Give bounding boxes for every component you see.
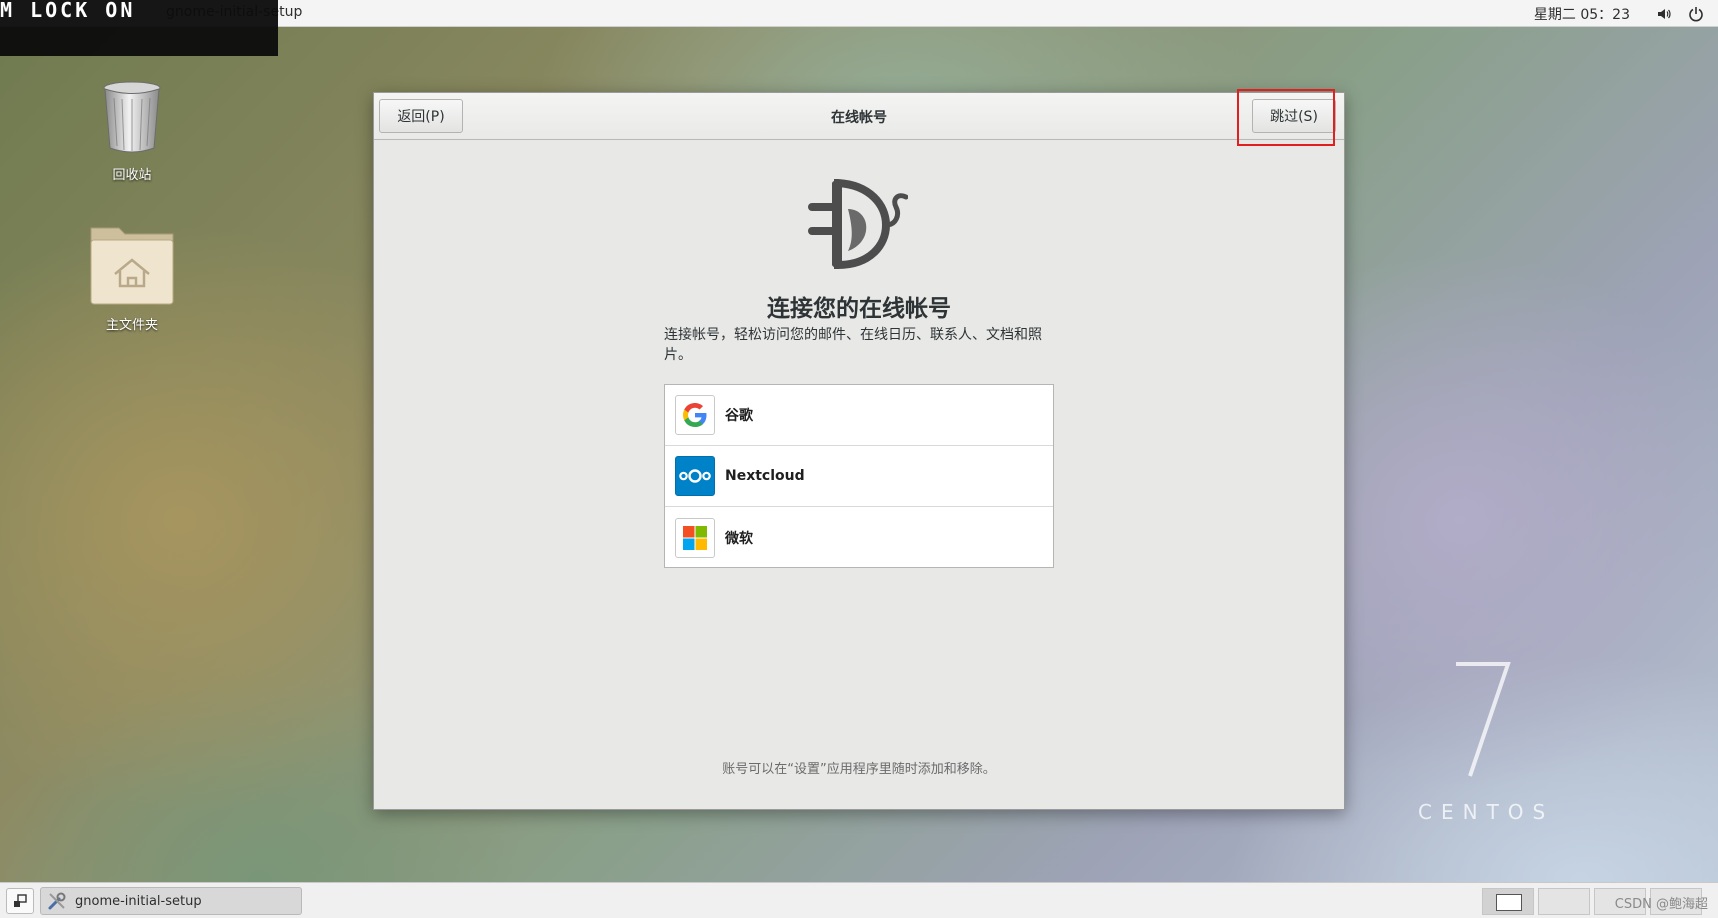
provider-google[interactable]: 谷歌 [665, 385, 1053, 446]
clock[interactable]: 星期二 05：23 [1534, 4, 1630, 24]
desktop-icon-label: 主文件夹 [105, 318, 158, 333]
show-desktop-icon [14, 894, 27, 907]
provider-label: Nextcloud [725, 468, 805, 484]
online-accounts-icon [808, 179, 908, 270]
centos-wordmark: CENTOS [1418, 800, 1555, 824]
desktop-icon-label: 回收站 [112, 168, 152, 183]
header-bar: 在线帐号 返回(P) 跳过(S) [374, 93, 1344, 140]
volume-icon[interactable] [1654, 4, 1674, 24]
back-button[interactable]: 返回(P) [379, 99, 463, 133]
provider-microsoft[interactable]: 微软 [665, 507, 1053, 568]
lock-overlay: M LOCK ON [0, 0, 278, 56]
lock-text: M LOCK ON [0, 0, 136, 22]
skip-button[interactable]: 跳过(S) [1252, 99, 1336, 133]
workspace-1[interactable] [1482, 888, 1534, 915]
google-icon [675, 395, 715, 435]
task-label: gnome-initial-setup [75, 893, 202, 909]
window-title: 在线帐号 [831, 109, 887, 126]
power-icon[interactable] [1686, 4, 1706, 24]
provider-list: 谷歌 Nextcloud 微软 [664, 384, 1054, 568]
provider-label: 谷歌 [725, 408, 753, 424]
desktop-icon-home[interactable]: 主文件夹 [72, 222, 192, 333]
nextcloud-icon [675, 456, 715, 496]
microsoft-icon [675, 517, 715, 558]
trash-icon [103, 81, 161, 153]
page-heading: 连接您的在线帐号 [767, 296, 951, 322]
footer-note: 账号可以在“设置”应用程序里随时添加和移除。 [722, 762, 996, 777]
tools-icon [48, 892, 66, 910]
system-tray: 星期二 05：23 [1534, 0, 1718, 27]
show-desktop-button[interactable] [6, 888, 34, 914]
setup-window: 在线帐号 返回(P) 跳过(S) 连接您的在线帐号 连接帐号，轻松访问您的邮件、… [373, 92, 1345, 810]
page-description: 连接帐号，轻松访问您的邮件、在线日历、联系人、文档和照片。 [664, 327, 1042, 363]
provider-nextcloud[interactable]: Nextcloud [665, 446, 1053, 507]
home-folder-icon [90, 227, 174, 305]
desktop-icon-trash[interactable]: 回收站 [72, 80, 192, 183]
workspace-2[interactable] [1538, 888, 1590, 915]
provider-label: 微软 [725, 530, 753, 547]
csdn-watermark: CSDN @鲍海超 [1614, 897, 1708, 912]
task-button-gnome-initial-setup[interactable]: gnome-initial-setup [40, 887, 302, 915]
centos-seven-mark: 7 [1456, 662, 1511, 777]
taskbar: gnome-initial-setup CSDN @鲍海超 [0, 882, 1718, 918]
